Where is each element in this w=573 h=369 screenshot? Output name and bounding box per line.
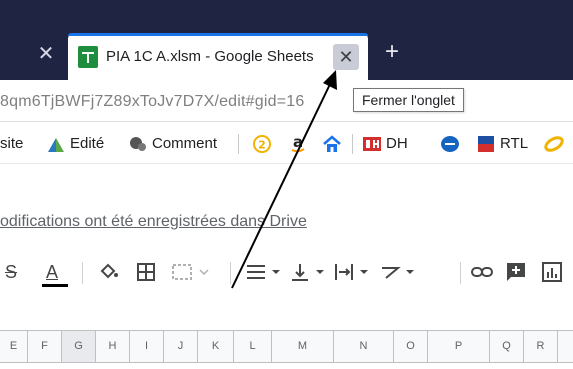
svg-text:2: 2 — [258, 139, 266, 152]
horizontal-align-icon[interactable] — [244, 260, 284, 284]
column-header-j[interactable]: J — [164, 331, 198, 362]
insert-chart-icon[interactable] — [540, 260, 564, 284]
home-icon[interactable] — [322, 134, 342, 154]
toolbar-separator-2 — [230, 262, 231, 284]
bookmark-separator-2 — [352, 134, 353, 154]
bookmark-site[interactable]: site — [0, 134, 23, 154]
address-bar[interactable]: 8qm6TjBWFj7Z89xToJv7D7X/edit#gid=16 — [0, 80, 573, 122]
column-header-p[interactable]: P — [428, 331, 490, 362]
column-header-r[interactable]: R — [524, 331, 558, 362]
new-tab-button[interactable]: + — [380, 40, 404, 64]
bookmarks-bar: site Edité Comment 2 a DH RTL — [0, 122, 573, 164]
amazon-icon[interactable]: a — [288, 134, 308, 154]
column-header-n[interactable]: N — [334, 331, 394, 362]
bookmark-edite[interactable]: Edité — [70, 134, 104, 154]
column-header-g[interactable]: G — [62, 331, 96, 362]
column-header-f[interactable]: F — [28, 331, 62, 362]
column-header-row: E F G H I J K L M N O P Q R — [0, 330, 573, 363]
column-header-e[interactable]: E — [0, 331, 28, 362]
grid-first-row[interactable] — [0, 363, 573, 369]
column-header-q[interactable]: Q — [490, 331, 524, 362]
dh-logo-icon — [363, 137, 381, 151]
insert-comment-icon[interactable] — [504, 260, 528, 284]
strikethrough-button[interactable]: S — [2, 260, 20, 284]
toolbar-separator — [82, 262, 83, 284]
text-color-button[interactable]: A — [38, 260, 66, 284]
merge-cells-icon[interactable] — [170, 260, 210, 284]
text-rotation-icon[interactable] — [378, 260, 418, 284]
tab-strip: ✕ PIA 1C A.xlsm - Google Sheets ✕ + — [0, 0, 573, 80]
fill-color-icon[interactable] — [96, 260, 120, 284]
column-header-l[interactable]: L — [234, 331, 272, 362]
column-header-i[interactable]: I — [130, 331, 164, 362]
column-header-k[interactable]: K — [198, 331, 234, 362]
toolbar-separator-3 — [460, 262, 461, 284]
sheets-toolbar: S A — [0, 252, 573, 292]
be-logo-icon[interactable] — [440, 134, 460, 154]
url-text[interactable]: 8qm6TjBWFj7Z89xToJv7D7X/edit#gid=16 — [0, 93, 304, 111]
svg-text:a: a — [293, 134, 303, 151]
vertical-align-icon[interactable] — [288, 260, 328, 284]
rtl-info-logo-icon — [478, 136, 494, 152]
bookmark-comment[interactable]: Comment — [152, 134, 217, 154]
bookmark-rtl[interactable]: RTL — [500, 134, 528, 154]
close-tab-tooltip: Fermer l'onglet — [353, 88, 464, 112]
tab-active[interactable]: PIA 1C A.xlsm - Google Sheets ✕ — [68, 33, 368, 80]
edite-bookmark-icon — [48, 138, 64, 152]
text-color-swatch — [42, 284, 68, 287]
column-header-m[interactable]: M — [272, 331, 334, 362]
save-status-link[interactable]: odifications ont été enregistrées dans D… — [0, 213, 307, 231]
bookmark-dh[interactable]: DH — [386, 134, 408, 154]
column-header-partial — [558, 331, 573, 362]
tab-accent-line — [68, 33, 368, 36]
borders-icon[interactable] — [134, 260, 158, 284]
bookmark-separator — [238, 134, 239, 154]
tab-close-button[interactable]: ✕ — [333, 44, 359, 70]
partial-bookmark-icon[interactable] — [544, 134, 564, 154]
tab-title: PIA 1C A.xlsm - Google Sheets — [106, 48, 314, 65]
column-header-o[interactable]: O — [394, 331, 428, 362]
insert-link-icon[interactable] — [470, 260, 494, 284]
comment-bookmark-icon — [130, 137, 146, 151]
google-sheets-icon — [78, 46, 98, 68]
text-color-glyph: A — [45, 262, 58, 282]
previous-tab-close-icon[interactable]: ✕ — [36, 44, 56, 64]
number-two-circle-icon[interactable]: 2 — [252, 134, 272, 154]
column-header-h[interactable]: H — [96, 331, 130, 362]
text-wrapping-icon[interactable] — [332, 260, 372, 284]
